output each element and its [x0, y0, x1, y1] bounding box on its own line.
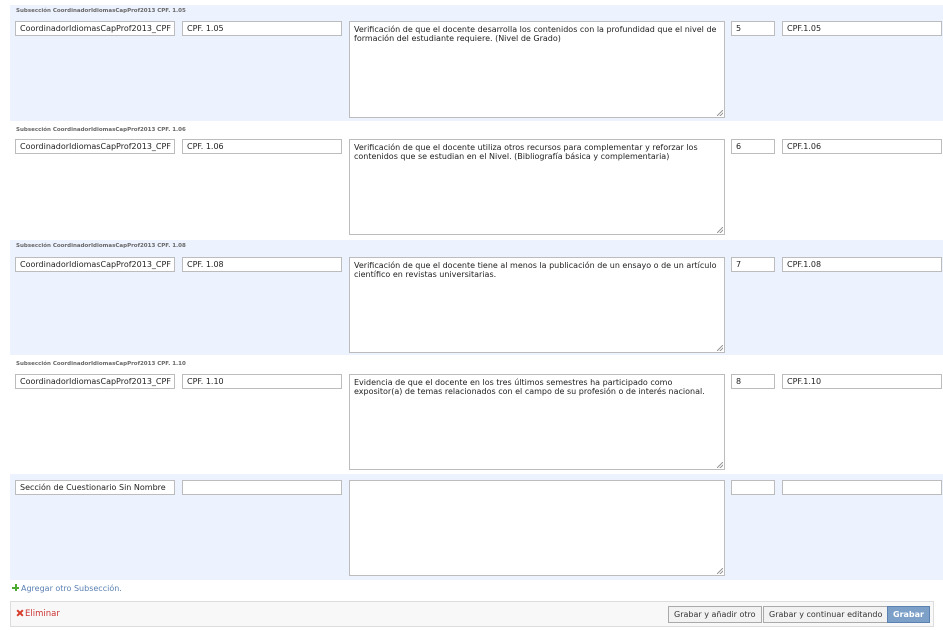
identifier-field[interactable]: [782, 480, 942, 495]
description-textarea[interactable]: Verificación de que el docente utiliza o…: [349, 139, 725, 235]
description-textarea[interactable]: Verificación de que el docente desarroll…: [349, 21, 725, 118]
resize-handle-icon[interactable]: [717, 227, 723, 233]
save-and-continue-button[interactable]: Grabar y continuar editando: [763, 606, 889, 623]
name-field[interactable]: CoordinadorIdiomasCapProf2013_CPF: [15, 257, 175, 272]
description-textarea[interactable]: Verificación de que el docente tiene al …: [349, 257, 725, 353]
save-button[interactable]: Grabar: [887, 606, 930, 623]
subsection-row: Subsección CoordinadorIdiomasCapProf2013…: [10, 358, 943, 471]
description-textarea[interactable]: Evidencia de que el docente en los tres …: [349, 374, 725, 470]
description-text: Verificación de que el docente desarroll…: [354, 25, 717, 43]
subsection-row: Sección de Cuestionario Sin Nombre: [10, 474, 943, 580]
resize-handle-icon[interactable]: [717, 568, 723, 574]
description-text: Verificación de que el docente tiene al …: [354, 261, 717, 279]
name-field[interactable]: CoordinadorIdiomasCapProf2013_CPF: [15, 21, 175, 36]
subsection-title: Subsección CoordinadorIdiomasCapProf2013…: [16, 8, 186, 14]
identifier-field[interactable]: CPF.1.06: [782, 139, 942, 154]
add-subsection-link[interactable]: Agregar otro Subsección.: [12, 584, 122, 593]
identifier-field[interactable]: CPF.1.10: [782, 374, 942, 389]
code-field[interactable]: CPF. 1.05: [182, 21, 342, 36]
plus-icon: [12, 584, 19, 591]
code-field[interactable]: CPF. 1.10: [182, 374, 342, 389]
order-field[interactable]: 8: [731, 374, 775, 389]
subsection-title: Subsección CoordinadorIdiomasCapProf2013…: [16, 127, 186, 133]
order-field[interactable]: 7: [731, 257, 775, 272]
name-field[interactable]: CoordinadorIdiomasCapProf2013_CPF: [15, 139, 175, 154]
subsection-title: Subsección CoordinadorIdiomasCapProf2013…: [16, 361, 186, 367]
order-field[interactable]: [731, 480, 775, 495]
subsection-row: Subsección CoordinadorIdiomasCapProf2013…: [10, 5, 943, 121]
resize-handle-icon[interactable]: [717, 462, 723, 468]
identifier-field[interactable]: CPF.1.08: [782, 257, 942, 272]
subsection-row: Subsección CoordinadorIdiomasCapProf2013…: [10, 240, 943, 355]
name-field[interactable]: CoordinadorIdiomasCapProf2013_CPF: [15, 374, 175, 389]
description-text: Evidencia de que el docente en los tres …: [354, 378, 705, 396]
code-field[interactable]: CPF. 1.08: [182, 257, 342, 272]
delete-label: Eliminar: [25, 609, 60, 619]
description-textarea[interactable]: [349, 480, 725, 576]
identifier-field[interactable]: CPF.1.05: [782, 21, 942, 36]
subsection-row: Subsección CoordinadorIdiomasCapProf2013…: [10, 124, 943, 237]
add-subsection-label: Agregar otro Subsección.: [21, 584, 122, 593]
name-field[interactable]: Sección de Cuestionario Sin Nombre: [15, 480, 175, 495]
subsection-title: Subsección CoordinadorIdiomasCapProf2013…: [16, 243, 186, 249]
submit-row: Eliminar Grabar y añadir otro Grabar y c…: [10, 601, 934, 627]
code-field[interactable]: [182, 480, 342, 495]
order-field[interactable]: 6: [731, 139, 775, 154]
resize-handle-icon[interactable]: [717, 110, 723, 116]
code-field[interactable]: CPF. 1.06: [182, 139, 342, 154]
save-and-add-button[interactable]: Grabar y añadir otro: [668, 606, 762, 623]
delete-link[interactable]: Eliminar: [16, 609, 60, 619]
resize-handle-icon[interactable]: [717, 345, 723, 351]
description-text: Verificación de que el docente utiliza o…: [354, 143, 698, 161]
order-field[interactable]: 5: [731, 21, 775, 36]
delete-icon: [16, 609, 23, 616]
